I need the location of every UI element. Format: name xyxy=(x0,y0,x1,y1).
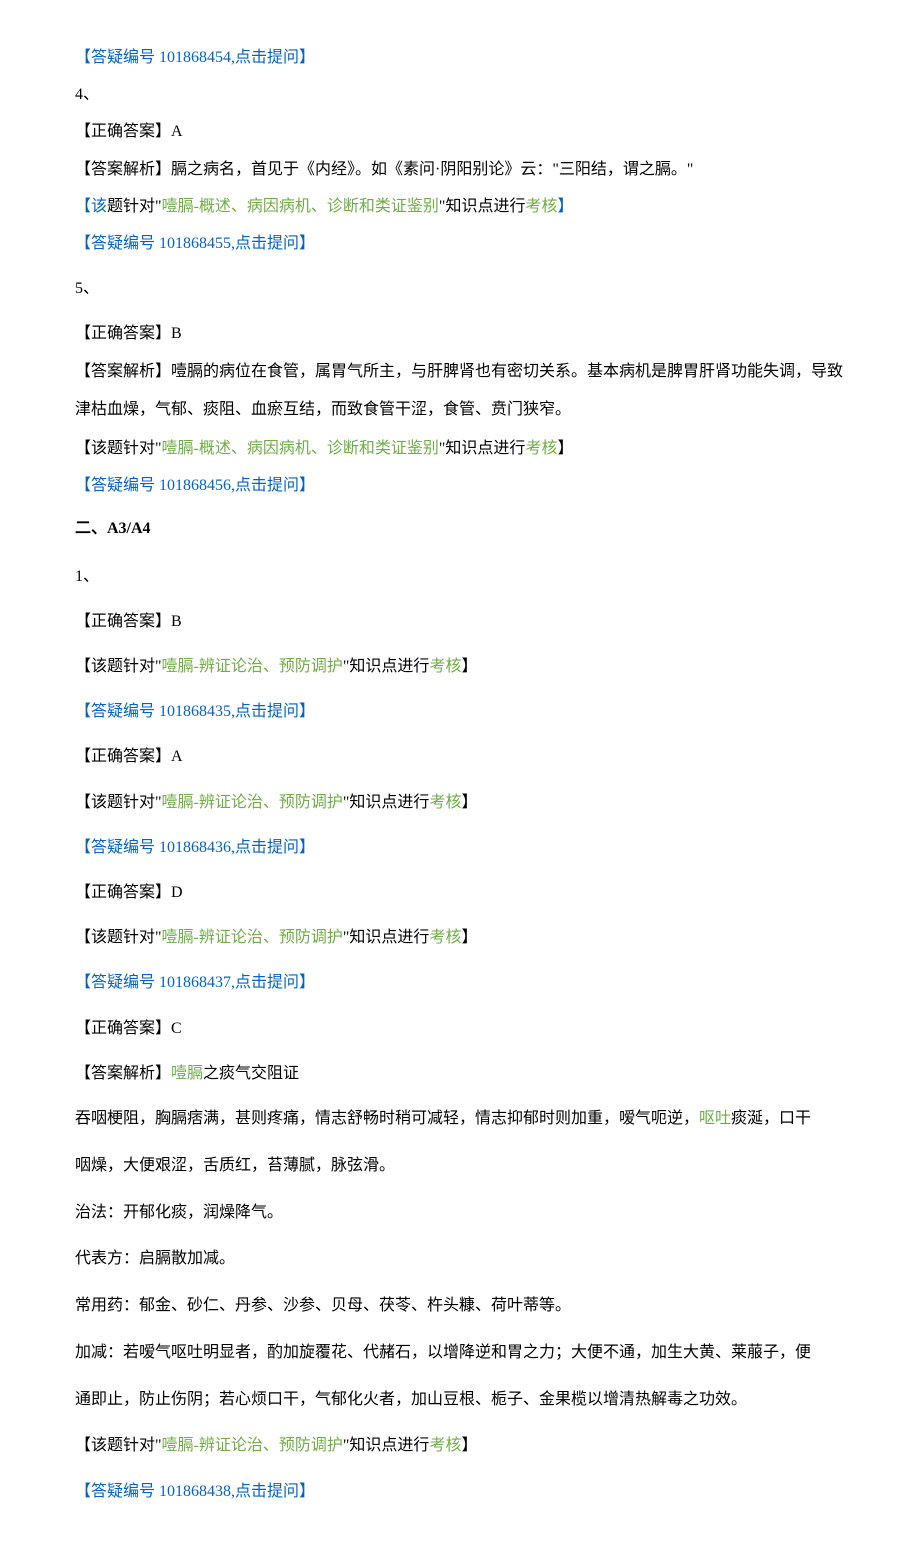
text: 题针对" xyxy=(107,198,162,215)
exam-link[interactable]: 考核 xyxy=(525,440,557,457)
bracket-text: 】 xyxy=(557,198,573,215)
section-header: 二、A3/A4 xyxy=(75,511,845,546)
qa-link[interactable]: 【答疑编号 101868454,点击提问】 xyxy=(75,49,315,66)
exam-link[interactable]: 考核 xyxy=(429,658,461,675)
topic-link[interactable]: 噎膈-辨证论治、预防调护 xyxy=(162,794,343,811)
bracket-text: 】 xyxy=(461,794,477,811)
text: "知识点进行 xyxy=(343,929,430,946)
bracket-text: 】 xyxy=(557,440,573,457)
text: "知识点进行 xyxy=(343,1437,430,1454)
question-number: 4、 xyxy=(75,77,845,112)
text: 吞咽梗阻，胸膈痞满，甚则疼痛，情志舒畅时稍可减轻，情志抑郁时则加重，嗳气呃逆， xyxy=(75,1110,699,1127)
qa-link-line: 【答疑编号 101868456,点击提问】 xyxy=(75,468,845,503)
topic-link[interactable]: 噎膈-辨证论治、预防调护 xyxy=(162,1437,343,1454)
exam-link[interactable]: 考核 xyxy=(429,1437,461,1454)
text: "知识点进行 xyxy=(343,658,430,675)
text: 之痰气交阻证 xyxy=(203,1065,299,1082)
symptom-description-cont: 咽燥，大便艰涩，舌质红，苔薄腻，脉弦滑。 xyxy=(75,1148,845,1185)
bracket-text: 】 xyxy=(461,1437,477,1454)
topic-link[interactable]: 噎膈-辨证论治、预防调护 xyxy=(162,929,343,946)
modifications-cont: 通即止，防止伤阴；若心烦口干，气郁化火者，加山豆根、栀子、金果榄以增清热解毒之功… xyxy=(75,1382,845,1419)
modifications: 加减：若嗳气呕吐明显者，酌加旋覆花、代赭石，以增降逆和胃之力；大便不通，加生大黄… xyxy=(75,1335,845,1372)
question-number: 1、 xyxy=(75,559,845,594)
topic-reference: 【该题针对"噎膈-辨证论治、预防调护"知识点进行考核】 xyxy=(75,649,845,684)
symptom-description: 吞咽梗阻，胸膈痞满，甚则疼痛，情志舒畅时稍可减轻，情志抑郁时则加重，嗳气呃逆，呕… xyxy=(75,1101,845,1138)
text: 【该题针对" xyxy=(75,1437,162,1454)
qa-link[interactable]: 【答疑编号 101868456,点击提问】 xyxy=(75,477,315,494)
topic-reference: 【该题针对"噎膈-辨证论治、预防调护"知识点进行考核】 xyxy=(75,1428,845,1463)
topic-link[interactable]: 噎膈-辨证论治、预防调护 xyxy=(162,658,343,675)
correct-answer: 【正确答案】B xyxy=(75,316,845,351)
prescription: 代表方：启膈散加减。 xyxy=(75,1241,845,1278)
qa-link-line: 【答疑编号 101868436,点击提问】 xyxy=(75,830,845,865)
correct-answer: 【正确答案】A xyxy=(75,114,845,149)
topic-link[interactable]: 噎膈 xyxy=(171,1065,203,1082)
text: 【该题针对" xyxy=(75,929,162,946)
qa-link-line: 【答疑编号 101868455,点击提问】 xyxy=(75,226,845,261)
qa-link[interactable]: 【答疑编号 101868437,点击提问】 xyxy=(75,974,315,991)
bracket-text: 【该 xyxy=(75,198,107,215)
topic-reference: 【该题针对"噎膈-概述、病因病机、诊断和类证鉴别"知识点进行考核】 xyxy=(75,431,845,466)
exam-link[interactable]: 考核 xyxy=(429,929,461,946)
answer-analysis: 【答案解析】噎膈的病位在食管，属胃气所主，与肝脾肾也有密切关系。基本病机是脾胃肝… xyxy=(75,354,845,391)
common-drugs: 常用药：郁金、砂仁、丹参、沙参、贝母、茯苓、杵头糠、荷叶蒂等。 xyxy=(75,1288,845,1325)
answer-analysis: 【答案解析】膈之病名，首见于《内经》。如《素问·阴阳别论》云："三阳结，谓之膈。… xyxy=(75,152,845,187)
correct-answer: 【正确答案】D xyxy=(75,875,845,910)
text: 痰涎，口干 xyxy=(731,1110,811,1127)
exam-link[interactable]: 考核 xyxy=(429,794,461,811)
qa-link[interactable]: 【答疑编号 101868436,点击提问】 xyxy=(75,839,315,856)
topic-reference: 【该题针对"噎膈-概述、病因病机、诊断和类证鉴别"知识点进行考核】 xyxy=(75,189,845,224)
topic-link[interactable]: 噎膈-概述、病因病机、诊断和类证鉴别 xyxy=(162,440,439,457)
qa-link[interactable]: 【答疑编号 101868438,点击提问】 xyxy=(75,1483,315,1500)
correct-answer: 【正确答案】C xyxy=(75,1011,845,1046)
bracket-text: 】 xyxy=(461,658,477,675)
text: 【答案解析】 xyxy=(75,1065,171,1082)
correct-answer: 【正确答案】A xyxy=(75,739,845,774)
qa-link-line: 【答疑编号 101868437,点击提问】 xyxy=(75,965,845,1000)
qa-link[interactable]: 【答疑编号 101868435,点击提问】 xyxy=(75,703,315,720)
text: "知识点进行 xyxy=(343,794,430,811)
answer-analysis: 【答案解析】噎膈之痰气交阻证 xyxy=(75,1056,845,1091)
topic-reference: 【该题针对"噎膈-辨证论治、预防调护"知识点进行考核】 xyxy=(75,920,845,955)
term-link[interactable]: 呕吐 xyxy=(699,1110,731,1127)
correct-answer: 【正确答案】B xyxy=(75,604,845,639)
text: 【该题针对" xyxy=(75,440,162,457)
text: "知识点进行 xyxy=(439,440,526,457)
treatment-method: 治法：开郁化痰，润燥降气。 xyxy=(75,1195,845,1232)
topic-reference: 【该题针对"噎膈-辨证论治、预防调护"知识点进行考核】 xyxy=(75,785,845,820)
bracket-text: 】 xyxy=(461,929,477,946)
text: 【该题针对" xyxy=(75,794,162,811)
answer-analysis-cont: 津枯血燥，气郁、痰阻、血瘀互结，而致食管干涩，食管、贲门狭窄。 xyxy=(75,392,845,429)
question-number: 5、 xyxy=(75,271,845,306)
text: 【该题针对" xyxy=(75,658,162,675)
text: "知识点进行 xyxy=(439,198,526,215)
qa-link-line: 【答疑编号 101868435,点击提问】 xyxy=(75,694,845,729)
exam-link[interactable]: 考核 xyxy=(525,198,557,215)
qa-link-line: 【答疑编号 101868454,点击提问】 xyxy=(75,40,845,75)
topic-link[interactable]: 噎膈-概述、病因病机、诊断和类证鉴别 xyxy=(162,198,439,215)
qa-link-line: 【答疑编号 101868438,点击提问】 xyxy=(75,1474,845,1509)
qa-link[interactable]: 【答疑编号 101868455,点击提问】 xyxy=(75,235,315,252)
